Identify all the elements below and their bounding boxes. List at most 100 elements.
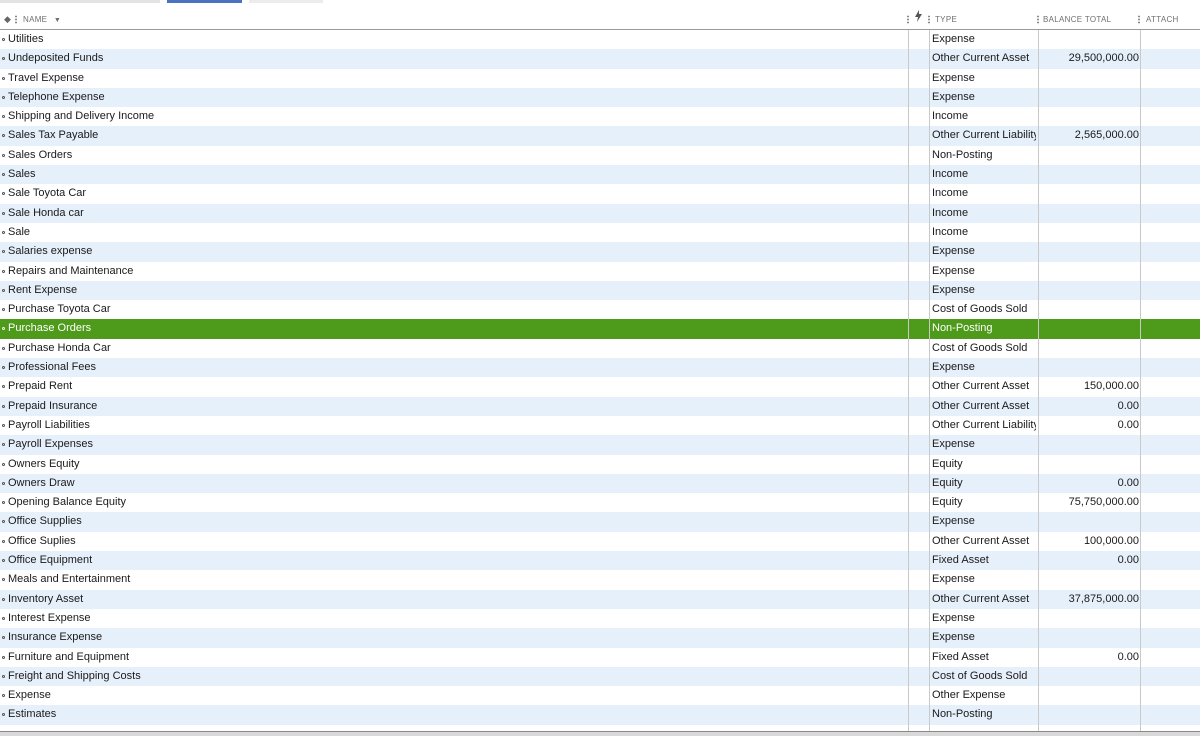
table-row[interactable]: Travel Expense Expense bbox=[0, 69, 1200, 88]
account-type: Expense bbox=[932, 611, 975, 624]
column-divider bbox=[929, 30, 930, 731]
table-row[interactable]: Inventory Asset Other Current Asset 37,875… bbox=[0, 589, 1200, 609]
account-name[interactable]: Shipping and Delivery Income bbox=[0, 107, 905, 126]
table-row[interactable]: Expense Other Expense bbox=[0, 686, 1200, 705]
table-row[interactable]: Insurance Expense Expense bbox=[0, 628, 1200, 648]
account-type: Expense bbox=[932, 515, 975, 528]
table-row[interactable]: Sales Income bbox=[0, 165, 1200, 185]
account-name[interactable]: Opening Balance Equity bbox=[0, 493, 905, 512]
account-name[interactable]: Sale Honda car bbox=[0, 204, 905, 223]
column-resize-grip[interactable] bbox=[907, 15, 909, 24]
account-name[interactable]: Professional Fees bbox=[0, 358, 905, 377]
secondary-button-edge[interactable] bbox=[249, 0, 323, 3]
table-row[interactable]: Office Supplies Expense bbox=[0, 512, 1200, 532]
account-name[interactable]: Travel Expense bbox=[0, 69, 905, 88]
account-name[interactable]: Owners Draw bbox=[0, 474, 905, 493]
account-name[interactable]: Salaries expense bbox=[0, 242, 905, 261]
table-row[interactable]: Owners Draw Equity 0.00 bbox=[0, 473, 1200, 494]
account-name[interactable]: Repairs and Maintenance bbox=[0, 262, 905, 281]
bottom-scrollbar-track[interactable] bbox=[0, 731, 1200, 736]
account-name[interactable]: Purchase Toyota Car bbox=[0, 300, 905, 319]
table-row[interactable]: Payroll Expenses Expense bbox=[0, 435, 1200, 455]
diamond-sort-icon[interactable]: ◆ bbox=[4, 10, 11, 29]
account-name[interactable]: Office Equipment bbox=[0, 551, 905, 570]
account-name[interactable]: Office Suplies bbox=[0, 532, 905, 551]
type-column-header[interactable]: TYPE bbox=[935, 10, 957, 29]
balance-total bbox=[1040, 88, 1139, 107]
table-row[interactable]: Prepaid Rent Other Current Asset 150,000.0… bbox=[0, 377, 1200, 396]
column-resize-grip[interactable] bbox=[1138, 15, 1140, 24]
account-name[interactable]: Payroll Expenses bbox=[0, 435, 905, 454]
column-divider bbox=[908, 30, 909, 731]
table-row[interactable]: Sales Tax Payable Other Current Liability… bbox=[0, 126, 1200, 146]
table-row[interactable]: Estimates Non-Posting bbox=[0, 705, 1200, 725]
attach-column-header[interactable]: ATTACH bbox=[1146, 10, 1179, 29]
balance-total bbox=[1040, 339, 1139, 358]
account-name[interactable]: Estimates bbox=[0, 705, 905, 724]
account-name[interactable]: Rent Expense bbox=[0, 281, 905, 300]
account-name[interactable]: Meals and Entertainment bbox=[0, 570, 905, 589]
account-name[interactable]: Sale bbox=[0, 223, 905, 242]
table-row[interactable]: Purchase Orders Non-Posting bbox=[0, 319, 1200, 339]
account-name[interactable]: Purchase Honda Car bbox=[0, 339, 905, 358]
table-row[interactable]: Prepaid Insurance Other Current Asset 0.00 bbox=[0, 396, 1200, 416]
table-row[interactable]: Utilities Expense bbox=[0, 30, 1200, 49]
table-row[interactable]: Office Equipment Fixed Asset 0.00 bbox=[0, 551, 1200, 571]
search-field-edge[interactable] bbox=[0, 0, 160, 3]
lightning-icon[interactable] bbox=[914, 10, 923, 29]
account-name[interactable]: Insurance Expense bbox=[0, 628, 905, 647]
account-type: Other Current Asset bbox=[932, 380, 1030, 393]
table-row[interactable]: Undeposited Funds Other Current Asset 29,5… bbox=[0, 49, 1200, 69]
table-row[interactable]: Opening Balance Equity Equity 75,750,000.0… bbox=[0, 493, 1200, 512]
table-row[interactable]: Office Suplies Other Current Asset 100,000… bbox=[0, 532, 1200, 551]
account-name[interactable]: Purchase Orders bbox=[0, 319, 905, 338]
table-row[interactable]: Shipping and Delivery Income Income bbox=[0, 107, 1200, 126]
name-column-header[interactable]: NAME ▼ bbox=[23, 10, 61, 29]
account-name[interactable]: Telephone Expense bbox=[0, 88, 905, 107]
primary-button-edge[interactable] bbox=[167, 0, 242, 3]
column-resize-grip[interactable] bbox=[15, 15, 17, 24]
table-row[interactable]: Sale Income bbox=[0, 223, 1200, 242]
column-divider bbox=[1140, 30, 1141, 731]
table-row[interactable]: Meals and Entertainment Expense bbox=[0, 570, 1200, 589]
account-name[interactable]: Sales Orders bbox=[0, 146, 905, 165]
table-row[interactable]: Interest Expense Expense bbox=[0, 609, 1200, 628]
table-row[interactable]: Telephone Expense Expense bbox=[0, 87, 1200, 108]
table-row[interactable]: Sale Toyota Car Income bbox=[0, 184, 1200, 203]
account-name[interactable]: Prepaid Insurance bbox=[0, 397, 905, 416]
table-row[interactable]: Purchase Toyota Car Cost of Goods Sold bbox=[0, 300, 1200, 319]
account-name[interactable]: Undeposited Funds bbox=[0, 49, 905, 68]
account-name[interactable]: Prepaid Rent bbox=[0, 377, 905, 396]
account-type: Expense bbox=[932, 264, 975, 277]
account-type: Income bbox=[932, 187, 969, 200]
balance-total bbox=[1040, 512, 1139, 531]
table-row[interactable]: Professional Fees Expense bbox=[0, 358, 1200, 378]
table-row[interactable]: Furniture and Equipment Fixed Asset 0.00 bbox=[0, 648, 1200, 667]
account-name[interactable]: Sale Toyota Car bbox=[0, 184, 905, 203]
account-name[interactable]: Office Supplies bbox=[0, 512, 905, 531]
table-row[interactable]: Owners Equity Equity bbox=[0, 455, 1200, 474]
account-name[interactable]: Sales Tax Payable bbox=[0, 126, 905, 145]
balance-column-header[interactable]: BALANCE TOTAL bbox=[1043, 10, 1111, 29]
account-name[interactable]: Payroll Liabilities bbox=[0, 416, 905, 435]
table-row[interactable]: Rent Expense Expense bbox=[0, 280, 1200, 301]
account-name[interactable]: Freight and Shipping Costs bbox=[0, 667, 905, 686]
table-row[interactable]: Repairs and Maintenance Expense bbox=[0, 262, 1200, 281]
table-row[interactable]: Salaries expense Expense bbox=[0, 242, 1200, 262]
column-resize-grip[interactable] bbox=[928, 15, 930, 24]
column-resize-grip[interactable] bbox=[1037, 15, 1039, 24]
table-row[interactable]: Purchase Honda Car Cost of Goods Sold bbox=[0, 339, 1200, 358]
account-name[interactable]: Expense bbox=[0, 686, 905, 705]
balance-total bbox=[1040, 358, 1139, 377]
account-name[interactable]: Utilities bbox=[0, 30, 905, 49]
account-name[interactable]: Interest Expense bbox=[0, 609, 905, 628]
account-type: Fixed Asset bbox=[932, 554, 989, 567]
account-name[interactable]: Furniture and Equipment bbox=[0, 648, 905, 667]
table-row[interactable]: Payroll Liabilities Other Current Liabili… bbox=[0, 416, 1200, 435]
table-row[interactable]: Sales Orders Non-Posting bbox=[0, 146, 1200, 165]
table-row[interactable]: Sale Honda car Income bbox=[0, 203, 1200, 223]
account-name[interactable]: Inventory Asset bbox=[0, 590, 905, 609]
account-name[interactable]: Owners Equity bbox=[0, 455, 905, 474]
account-name[interactable]: Sales bbox=[0, 165, 905, 184]
table-row[interactable]: Freight and Shipping Costs Cost of Goods … bbox=[0, 666, 1200, 687]
